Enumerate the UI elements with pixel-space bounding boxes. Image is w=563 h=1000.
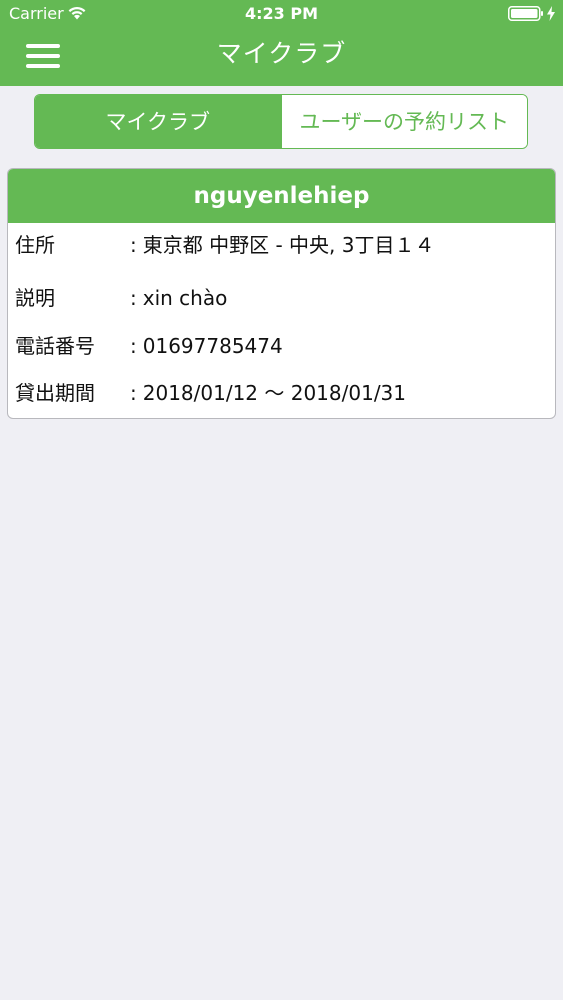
description-value: xin chào — [142, 286, 228, 310]
card-header: nguyenlehiep — [8, 169, 555, 223]
tab-my-club[interactable]: マイクラブ — [35, 95, 282, 148]
rental-period-value: 2018/01/12 ～ 2018/01/31 — [142, 381, 407, 405]
rental-period-label: 貸出期間 — [15, 381, 95, 405]
phone-value-wrap: :01697785474 — [130, 334, 283, 358]
rental-period-value-wrap: :2018/01/12 ～ 2018/01/31 — [130, 381, 407, 405]
username-label: nguyenlehiep — [193, 183, 370, 209]
rental-period-row: 貸出期間 :2018/01/12 ～ 2018/01/31 — [15, 378, 545, 408]
address-value-wrap: : 東京都 中野区 - 中央, 3丁目１４ — [130, 233, 435, 257]
address-row: 住所 : 東京都 中野区 - 中央, 3丁目１４ — [15, 230, 545, 260]
description-row: 説明 : xin chào — [15, 283, 545, 313]
description-value-wrap: : xin chào — [130, 286, 228, 310]
battery-icon — [508, 6, 543, 21]
status-time: 4:23 PM — [244, 4, 318, 23]
address-value: 東京都 中野区 - 中央, 3丁目１４ — [142, 233, 435, 257]
segmented-control: マイクラブ ユーザーの予約リスト — [34, 94, 528, 149]
phone-label: 電話番号 — [15, 334, 95, 358]
description-label: 説明 — [15, 286, 55, 310]
status-bar: Carrier 4:23 PM — [0, 0, 563, 28]
page-title: マイクラブ — [216, 39, 347, 68]
navigation-bar: Carrier 4:23 PM マイクラブ — [0, 0, 563, 86]
tab-user-reservation-list[interactable]: ユーザーの予約リスト — [281, 95, 527, 148]
phone-row: 電話番号 :01697785474 — [15, 331, 545, 361]
charging-bolt-icon — [547, 6, 555, 21]
club-info-card: nguyenlehiep 住所 : 東京都 中野区 - 中央, 3丁目１４ 説明 … — [7, 168, 556, 419]
phone-value: 01697785474 — [142, 334, 283, 358]
address-label: 住所 — [15, 233, 55, 257]
